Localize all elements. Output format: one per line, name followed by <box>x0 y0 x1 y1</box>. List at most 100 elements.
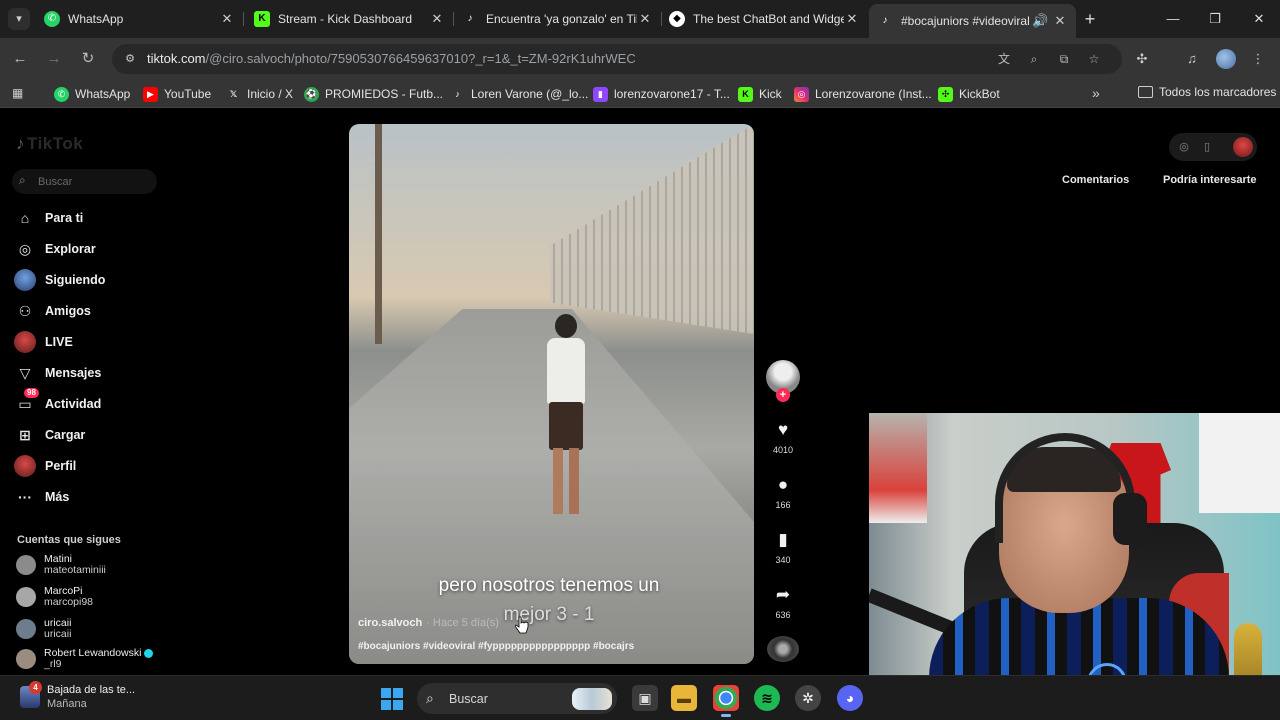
media-controls-icon[interactable]: ♫ <box>1182 49 1202 69</box>
user-avatar[interactable] <box>1233 137 1253 157</box>
tab-tiktok-active[interactable]: ♪ #bocajuniors #videoviral 🔊 ✕ <box>869 4 1076 38</box>
extensions-icon[interactable]: ✣ <box>1132 49 1152 69</box>
activity-badge: 98 <box>24 388 39 398</box>
tab-chatbot[interactable]: ◆ The best ChatBot and Widgets ✕ <box>661 4 868 34</box>
tiktok-logo[interactable]: ♪ TikTok <box>16 134 83 154</box>
windows-start-icon[interactable] <box>381 688 403 710</box>
weather-widget[interactable]: 4 Bajada de las te... Mañana <box>20 681 135 711</box>
discord-icon[interactable]: ◕ <box>837 685 863 711</box>
share-count: 636 <box>775 610 791 620</box>
nav-upload[interactable]: ⊞ Cargar <box>14 423 85 447</box>
url-text[interactable]: tiktok.com/@ciro.salvoch/photo/759053076… <box>147 51 636 66</box>
new-tab-button[interactable]: + <box>1080 9 1100 29</box>
coins-icon[interactable]: ◎ <box>1177 140 1191 154</box>
url-path: /@ciro.salvoch/photo/7590530766459637010… <box>205 51 636 66</box>
post-hashtags[interactable]: #bocajuniors #videoviral #fypppppppppppp… <box>358 641 634 652</box>
nav-messages[interactable]: ▽ Mensajes <box>14 361 102 385</box>
share-button[interactable]: ➦ 636 <box>764 585 802 620</box>
bookmark-kick[interactable]: K Kick <box>738 85 782 103</box>
bookmark-x[interactable]: 𝕏 Inicio / X <box>226 85 293 103</box>
nav-friends[interactable]: ⚇ Amigos <box>14 299 91 323</box>
task-view-icon[interactable]: ▣ <box>632 685 658 711</box>
bookmark-youtube[interactable]: ▶ YouTube <box>143 85 211 103</box>
close-tab-icon[interactable]: ✕ <box>844 11 860 27</box>
menu-kebab-icon[interactable]: ⋮ <box>1248 49 1268 69</box>
nav-for-you[interactable]: ⌂ Para ti <box>14 206 83 230</box>
kickbot-icon: ✣ <box>938 86 953 102</box>
account-username: mateotaminiii <box>44 564 106 576</box>
reload-icon[interactable]: ↻ <box>78 49 98 69</box>
taskbar-search[interactable]: ⌕ <box>417 683 617 714</box>
nav-activity[interactable]: ▭ 98 Actividad <box>14 388 101 416</box>
search-input[interactable] <box>38 173 148 190</box>
post-time: · Hace 5 día(s) <box>426 617 499 629</box>
tab-title: Stream - Kick Dashboard <box>278 12 413 26</box>
address-bar[interactable]: ⚙ tiktok.com/@ciro.salvoch/photo/7590530… <box>112 44 1122 74</box>
tiktok-search[interactable]: ⌕ <box>12 169 157 194</box>
avatar <box>16 619 36 639</box>
app-settings-icon[interactable]: ✲ <box>795 685 821 711</box>
close-window-icon[interactable]: ✕ <box>1250 10 1268 28</box>
bookmark-whatsapp[interactable]: ✆ WhatsApp <box>54 85 130 103</box>
more-bookmarks-icon[interactable]: » <box>1092 85 1100 101</box>
more-icon: ··· <box>18 489 32 505</box>
bookmark-kickbot[interactable]: ✣ KickBot <box>938 85 1000 103</box>
site-info-icon[interactable]: ⚙ <box>122 51 138 67</box>
nav-live[interactable]: LIVE <box>14 330 73 354</box>
bookmark-label: Inicio / X <box>247 87 294 101</box>
forward-icon[interactable]: → <box>44 49 64 69</box>
followed-account[interactable]: Robert Lewandowski _rl9 <box>16 648 154 670</box>
nav-following[interactable]: Siguiendo <box>14 268 105 292</box>
chrome-icon[interactable] <box>713 685 739 717</box>
post-author[interactable]: ciro.salvoch · Hace 5 día(s) <box>358 617 499 629</box>
minimize-icon[interactable]: — <box>1164 10 1182 28</box>
followed-account[interactable]: Matini mateotaminiii <box>16 554 106 576</box>
tab-comments[interactable]: Comentarios <box>1062 174 1129 186</box>
caption-line: pero nosotros tenemos un <box>438 575 660 596</box>
close-tab-icon[interactable]: ✕ <box>219 11 235 27</box>
device-icon[interactable]: ▯ <box>1200 140 1214 154</box>
restore-icon[interactable]: ❐ <box>1206 10 1224 28</box>
activity-icon: ▭ 98 <box>14 388 39 415</box>
tab-you-may-like[interactable]: Podría interesarte <box>1163 174 1257 186</box>
close-tab-icon[interactable]: ✕ <box>429 11 445 27</box>
file-explorer-icon[interactable]: ▬ <box>671 685 697 711</box>
account-username: marcopi98 <box>44 596 94 608</box>
profile-avatar[interactable] <box>1216 49 1236 69</box>
save-button[interactable]: ▮ 340 <box>764 530 802 565</box>
tab-tiktok-search[interactable]: ♪ Encuentra 'ya gonzalo' en TikTok ✕ <box>454 4 662 34</box>
nav-profile[interactable]: Perfil <box>14 454 76 478</box>
whatsapp-icon: ✆ <box>54 86 69 102</box>
music-disc-icon[interactable] <box>767 636 799 662</box>
tab-whatsapp[interactable]: ✆ WhatsApp ✕ <box>36 4 244 34</box>
install-app-icon[interactable]: ⧉ <box>1056 51 1072 67</box>
spotify-icon[interactable]: ≋ <box>754 685 780 711</box>
audio-playing-icon[interactable]: 🔊 <box>1032 13 1048 29</box>
bookmark-tiktok[interactable]: ♪ Loren Varone (@_lo... <box>450 85 588 103</box>
post-media[interactable]: pero nosotros tenemos un mejor 3 - 1 cir… <box>349 124 754 664</box>
bookmark-promiedos[interactable]: ⚽ PROMIEDOS - Futb... <box>304 85 443 103</box>
nav-explore[interactable]: ◎ Explorar <box>14 237 96 261</box>
followed-account[interactable]: uricaii uricaii <box>16 618 71 640</box>
back-icon[interactable]: ← <box>10 49 30 69</box>
followed-account[interactable]: MarcoPi marcopi98 <box>16 586 93 608</box>
bookmark-star-icon[interactable]: ☆ <box>1086 51 1102 67</box>
taskbar-search-input[interactable] <box>449 690 559 707</box>
tab-title: WhatsApp <box>68 12 124 26</box>
bookmark-instagram[interactable]: ◎ Lorenzovarone (Inst... <box>794 85 932 103</box>
all-bookmarks-folder[interactable]: Todos los marcadores <box>1138 85 1276 99</box>
comment-button[interactable]: ● 166 <box>764 475 802 510</box>
tiktok-icon: ♪ <box>455 88 460 99</box>
tab-kick-dashboard[interactable]: K Stream - Kick Dashboard ✕ <box>246 4 454 34</box>
apps-grid-icon[interactable]: ▦ <box>12 86 26 100</box>
nav-more[interactable]: ··· Más <box>14 485 69 509</box>
translate-icon[interactable]: 文 <box>996 51 1012 67</box>
close-tab-icon[interactable]: ✕ <box>637 11 653 27</box>
tab-search-menu-icon[interactable]: ▾ <box>8 8 30 30</box>
follow-plus-icon[interactable]: + <box>776 388 790 402</box>
bookmark-twitch[interactable]: ▮ lorenzovarone17 - T... <box>593 85 730 103</box>
like-button[interactable]: ♥ 4010 <box>764 420 802 455</box>
close-tab-icon[interactable]: ✕ <box>1052 13 1068 29</box>
bookmark-label: lorenzovarone17 - T... <box>614 87 730 101</box>
zoom-icon[interactable]: ⌕ <box>1026 51 1042 67</box>
